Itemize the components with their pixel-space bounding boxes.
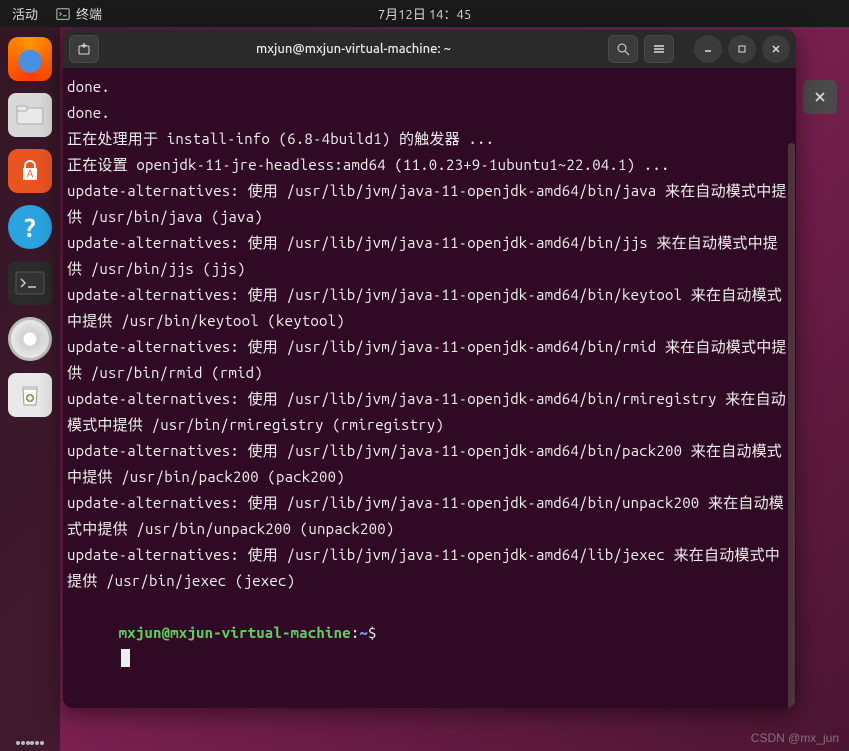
activities-button[interactable]: 活动 bbox=[12, 4, 38, 23]
search-button[interactable] bbox=[608, 35, 638, 63]
terminal-icon[interactable] bbox=[8, 261, 52, 305]
help-icon[interactable]: ? bbox=[8, 205, 52, 249]
terminal-output-line: done. bbox=[67, 74, 792, 100]
prompt-path: ~ bbox=[359, 624, 368, 641]
new-tab-button[interactable] bbox=[69, 35, 99, 63]
menu-button[interactable] bbox=[644, 35, 674, 63]
current-app-menu[interactable]: 终端 bbox=[56, 4, 102, 23]
terminal-output-line: update-alternatives: 使用 /usr/lib/jvm/jav… bbox=[67, 334, 792, 386]
firefox-icon[interactable] bbox=[8, 37, 52, 81]
prompt-line: mxjun@mxjun-virtual-machine:~$ bbox=[67, 594, 792, 698]
prompt-symbol: $ bbox=[368, 624, 377, 641]
terminal-viewport[interactable]: done.done.正在处理用于 install-info (6.8-4buil… bbox=[63, 68, 796, 708]
clock[interactable]: 7月12日 14：45 bbox=[378, 4, 471, 23]
maximize-icon bbox=[736, 43, 748, 55]
software-icon[interactable]: A bbox=[8, 149, 52, 193]
gnome-topbar: 活动 终端 7月12日 14：45 bbox=[0, 0, 849, 27]
terminal-output-line: 正在处理用于 install-info (6.8-4build1) 的触发器 .… bbox=[67, 126, 792, 152]
trash-icon[interactable] bbox=[8, 373, 52, 417]
terminal-output-line: update-alternatives: 使用 /usr/lib/jvm/jav… bbox=[67, 282, 792, 334]
scrollbar[interactable] bbox=[788, 143, 795, 708]
close-icon bbox=[814, 91, 826, 103]
minimize-icon bbox=[702, 43, 714, 55]
current-app-label: 终端 bbox=[76, 4, 102, 23]
close-button[interactable] bbox=[762, 35, 790, 63]
side-panel-close-button[interactable] bbox=[803, 80, 837, 114]
terminal-output-line: update-alternatives: 使用 /usr/lib/jvm/jav… bbox=[67, 386, 792, 438]
show-apps-icon[interactable] bbox=[16, 741, 44, 745]
prompt-user-host: mxjun@mxjun-virtual-machine bbox=[119, 624, 351, 641]
svg-text:A: A bbox=[27, 168, 34, 179]
maximize-button[interactable] bbox=[728, 35, 756, 63]
terminal-output-line: update-alternatives: 使用 /usr/lib/jvm/jav… bbox=[67, 542, 792, 594]
new-tab-icon bbox=[77, 42, 91, 56]
watermark: CSDN @mx_jun bbox=[751, 731, 839, 745]
window-title: mxjun@mxjun-virtual-machine: ~ bbox=[105, 42, 602, 56]
terminal-output-line: update-alternatives: 使用 /usr/lib/jvm/jav… bbox=[67, 230, 792, 282]
dock: A ? bbox=[0, 27, 60, 751]
terminal-output-line: done. bbox=[67, 100, 792, 126]
terminal-output-line: update-alternatives: 使用 /usr/lib/jvm/jav… bbox=[67, 490, 792, 542]
close-icon bbox=[770, 43, 782, 55]
disk-icon[interactable] bbox=[8, 317, 52, 361]
cursor bbox=[121, 649, 130, 667]
minimize-button[interactable] bbox=[694, 35, 722, 63]
terminal-output-line: 正在设置 openjdk-11-jre-headless:amd64 (11.0… bbox=[67, 152, 792, 178]
search-icon bbox=[616, 42, 630, 56]
terminal-output-line: update-alternatives: 使用 /usr/lib/jvm/jav… bbox=[67, 438, 792, 490]
terminal-window: mxjun@mxjun-virtual-machine: ~ done.done… bbox=[63, 30, 796, 708]
window-titlebar: mxjun@mxjun-virtual-machine: ~ bbox=[63, 30, 796, 68]
files-icon[interactable] bbox=[8, 93, 52, 137]
terminal-menu-icon bbox=[56, 7, 70, 21]
hamburger-icon bbox=[652, 42, 666, 56]
terminal-output-line: update-alternatives: 使用 /usr/lib/jvm/jav… bbox=[67, 178, 792, 230]
